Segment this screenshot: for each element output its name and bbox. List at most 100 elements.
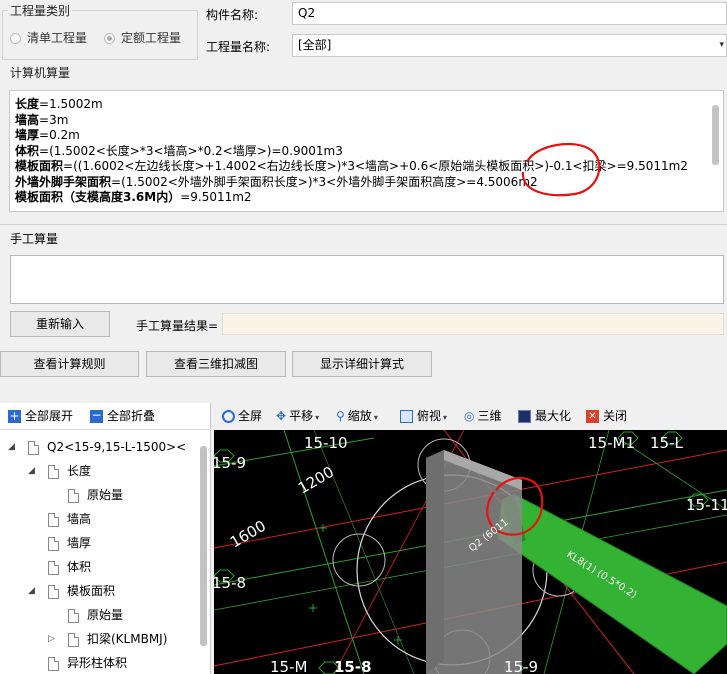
quantity-name-select[interactable]: [全部] ▾ [292,34,727,57]
tree-item[interactable]: ▷ 扣梁(KLMBMJ) [48,628,168,650]
tree-item-label: Q2<15-9,15-L-1500>< [47,440,187,454]
document-icon [48,656,59,671]
magnifier-icon: ⚲ [336,409,345,423]
three-d-button[interactable]: ◎ 三维 [464,403,502,429]
dimension-label: 1200 [295,463,337,498]
document-icon [28,440,39,455]
document-icon [68,488,79,503]
tree-expanded-icon[interactable]: ◢ [8,436,15,458]
dimension-label: 1600 [227,517,269,552]
fullscreen-button[interactable]: 全屏 [222,403,262,429]
collapse-all-button[interactable]: − 全部折叠 [90,403,155,429]
axis-label: 15-10 [304,434,348,452]
calc-line-name: 模板面积（支模高度3.6M内） [15,190,181,204]
document-icon [48,512,59,527]
axis-label: 15-L [650,434,683,452]
tree-item[interactable]: 原始量 [68,604,123,626]
tree-collapsed-icon[interactable]: ▷ [48,628,55,650]
view-3d-deduction-button[interactable]: 查看三维扣减图 [146,351,286,377]
radio-list-quantity-icon [10,33,21,44]
calc-line-name: 长度 [15,97,40,111]
tree-item-label: 长度 [67,464,92,478]
calc-line-name: 墙厚 [15,128,40,142]
manual-result-label: 手工算量结果= [136,319,219,333]
view-direction-label: 俯视 [417,409,442,423]
tree-item-label: 扣梁(KLMBMJ) [87,632,168,646]
quantity-name-value: [全部] [298,38,332,52]
document-icon [48,464,59,479]
tree-item-label: 墙高 [67,512,92,526]
orbit-icon: ◎ [464,409,475,423]
fullscreen-icon [222,410,235,423]
tree-scrollbar[interactable] [200,446,207,646]
close-view-button[interactable]: ✕ 关闭 [586,403,627,429]
axis-label: 15-M1 [588,434,635,452]
pan-icon: ✥ [276,409,287,423]
component-name-field[interactable]: Q2 [292,2,727,25]
tree-item-label: 原始量 [87,608,124,622]
chevron-down-icon: ▾ [719,40,724,50]
chevron-down-icon: ▾ [315,413,320,422]
tree-expanded-icon[interactable]: ◢ [28,460,35,482]
plus-square-icon: + [8,409,21,423]
chevron-down-icon: ▾ [373,413,378,422]
chevron-down-icon: ▾ [443,413,448,422]
expand-all-button[interactable]: + 全部展开 [8,403,73,429]
axis-label: 15-9 [504,658,538,674]
annotation-circle-text [521,142,601,197]
manual-calc-legend: 手工算量 [10,232,59,246]
tree-item-label: 体积 [67,560,92,574]
manual-result-field [222,313,724,335]
calc-line: 墙高=3m [15,113,688,129]
pan-label: 平移 [289,409,314,423]
close-icon: ✕ [586,410,599,423]
maximize-icon [518,410,531,423]
radio-norm-quantity-label: 定额工程量 [121,31,182,45]
document-icon [68,632,79,647]
document-icon [48,584,59,599]
calc-line-name: 外墙外脚手架面积 [15,174,112,189]
tree-item[interactable]: 体积 [48,556,91,578]
maximize-label: 最大化 [535,409,572,423]
tree-item[interactable]: 异形柱体积 [48,652,127,674]
view-direction-button[interactable]: 俯视 ▾ [400,403,447,429]
expand-all-label: 全部展开 [25,409,74,423]
tree-item-label: 墙厚 [67,536,92,550]
manual-calc-input[interactable] [10,255,724,304]
zoom-label: 缩放 [347,409,372,423]
manual-calc-divider [0,224,727,225]
axis-label: 15-M [270,658,307,674]
radio-list-quantity-label: 清单工程量 [27,31,88,45]
computer-calc-box: 长度=1.5002m 墙高=3m 墙厚=0.2m 体积=(1.5002<长度>*3<墙… [9,90,724,212]
radio-norm-quantity[interactable]: 定额工程量 [104,29,181,45]
quantity-type-legend: 工程量类别 [8,2,73,19]
tree-item-label: 原始量 [87,488,124,502]
three-d-label: 三维 [477,409,502,423]
collapse-all-label: 全部折叠 [107,409,156,423]
radio-list-quantity[interactable]: 清单工程量 [10,29,87,45]
maximize-button[interactable]: 最大化 [518,403,571,429]
tree-expanded-icon[interactable]: ◢ [28,580,35,602]
axis-label: 15-11 [686,496,727,514]
show-detail-button[interactable]: 显示详细计算式 [292,351,432,377]
tree-toolbar-divider [0,429,211,430]
calc-line-expr: =0.2m [39,128,80,142]
calc-scrollbar[interactable] [712,105,719,165]
zoom-button[interactable]: ⚲ 缩放 ▾ [336,403,378,429]
calc-line-expr: =9.5011m2 [180,190,252,204]
pan-button[interactable]: ✥ 平移 ▾ [276,403,319,429]
viewport-3d[interactable]: 15-10 15-M1 15-L 15-9 15-8 15-11 15-M 15… [214,430,727,674]
calc-line-name: 墙高 [15,112,40,127]
axis-label: 15-8 [334,658,372,674]
tree-item[interactable]: 原始量 [68,484,123,506]
tree-item-label: 模板面积 [67,584,116,598]
view-rules-button[interactable]: 查看计算规则 [0,351,139,377]
tree-item[interactable]: ◢ 模板面积 [28,580,201,602]
tree-item[interactable]: 墙高 [48,508,91,530]
tree-item[interactable]: 墙厚 [48,532,91,554]
document-icon [48,560,59,575]
reenter-button[interactable]: 重新输入 [10,311,110,337]
fullscreen-label: 全屏 [238,409,263,423]
tree-item[interactable]: ◢ Q2<15-9,15-L-1500>< [8,436,187,458]
tree-item[interactable]: ◢ 长度 [28,460,92,482]
